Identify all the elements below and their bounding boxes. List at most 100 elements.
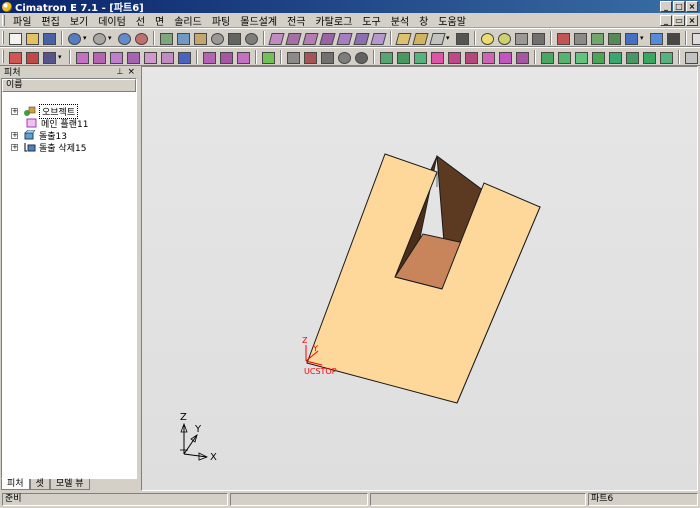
pan-icon[interactable]	[226, 31, 241, 45]
close-button[interactable]: ×	[686, 1, 698, 12]
tab-model-view[interactable]: 모델 뷰	[49, 479, 90, 490]
view-front-icon[interactable]	[370, 31, 385, 45]
panel-close-button[interactable]: ×	[127, 67, 135, 77]
expand-icon[interactable]: +	[11, 143, 18, 151]
cancel-icon[interactable]	[24, 50, 39, 64]
menu-surface[interactable]: 면	[150, 13, 169, 28]
menu-analysis[interactable]: 분석	[386, 13, 414, 28]
point-icon[interactable]	[74, 50, 89, 64]
pen-icon[interactable]	[665, 31, 680, 45]
tree-node-object[interactable]: + 오브젝트	[11, 103, 79, 119]
mold-icon[interactable]	[624, 50, 639, 64]
tab-feature[interactable]: 피처	[1, 479, 30, 490]
sketch-icon[interactable]	[91, 50, 106, 64]
undo-icon[interactable]	[66, 31, 81, 45]
model-canvas[interactable]: Z Y UCSTOP Z Y X	[142, 67, 699, 492]
face-icon[interactable]	[378, 50, 393, 64]
menu-solid[interactable]: 솔리드	[169, 13, 207, 28]
menu-help[interactable]: 도움말	[433, 13, 471, 28]
doc-restore-button[interactable]: ▭	[673, 14, 685, 26]
parting-icon[interactable]	[607, 50, 622, 64]
composite-icon[interactable]	[285, 50, 300, 64]
chamfer-icon[interactable]	[514, 50, 529, 64]
filter-icon[interactable]	[589, 31, 604, 45]
pick-icon[interactable]	[41, 50, 56, 64]
shell-icon[interactable]	[556, 50, 571, 64]
pick-dropdown-icon[interactable]: ▾	[58, 50, 64, 64]
tree-node-main-plane[interactable]: 메인 플랜11	[26, 117, 88, 130]
zoom-icon[interactable]	[209, 31, 224, 45]
save-icon[interactable]	[41, 31, 56, 45]
circle-icon[interactable]	[353, 50, 368, 64]
draft-icon[interactable]	[573, 50, 588, 64]
cube-hidden-icon[interactable]	[319, 31, 334, 45]
select-all-icon[interactable]	[606, 31, 621, 45]
tree-node-extrude-cut[interactable]: + 돌출 삭제15	[11, 141, 86, 154]
sweep-icon[interactable]	[463, 50, 478, 64]
cavity-icon[interactable]	[658, 50, 673, 64]
datum-plane-icon[interactable]	[142, 50, 157, 64]
cube-icon[interactable]	[268, 31, 283, 45]
datum-icon[interactable]	[125, 50, 140, 64]
layer-icon[interactable]	[513, 31, 528, 45]
menu-electrode[interactable]: 전극	[282, 13, 310, 28]
layer-off-icon[interactable]	[530, 31, 545, 45]
cube-solid-icon[interactable]	[336, 31, 351, 45]
menu-window[interactable]: 창	[414, 13, 433, 28]
view-top-icon[interactable]	[395, 31, 410, 45]
curve-icon[interactable]	[201, 50, 216, 64]
sketch-edit-icon[interactable]	[108, 50, 123, 64]
view-iso-icon[interactable]	[353, 31, 368, 45]
name-column-header[interactable]: 이름	[2, 79, 136, 92]
line-icon[interactable]	[319, 50, 334, 64]
point-marker-icon[interactable]	[302, 50, 317, 64]
offset-curve-icon[interactable]	[235, 50, 250, 64]
core-icon[interactable]	[641, 50, 656, 64]
new-file-icon[interactable]	[7, 31, 22, 45]
tree-node-extrude[interactable]: + 돌출13	[11, 129, 67, 142]
menu-edit[interactable]: 편집	[36, 13, 64, 28]
arc-icon[interactable]	[336, 50, 351, 64]
render-icon[interactable]	[454, 31, 469, 45]
open-file-icon[interactable]	[24, 31, 39, 45]
doc-minimize-button[interactable]: _	[660, 14, 672, 26]
view-side-icon[interactable]	[412, 31, 427, 45]
settings-icon[interactable]	[133, 31, 148, 45]
menu-file[interactable]: 파일	[8, 13, 36, 28]
datum-axis-icon[interactable]	[159, 50, 174, 64]
menu-view[interactable]: 보기	[65, 13, 93, 28]
measure-icon[interactable]	[683, 50, 698, 64]
zoom-window-icon[interactable]	[192, 31, 207, 45]
menu-catalog[interactable]: 카탈로그	[310, 13, 357, 28]
minimize-button[interactable]: _	[660, 1, 672, 12]
doc-close-button[interactable]: ×	[686, 14, 698, 26]
revolve-icon[interactable]	[446, 50, 461, 64]
redo-icon[interactable]	[91, 31, 106, 45]
spline-icon[interactable]	[218, 50, 233, 64]
zoom-box-icon[interactable]	[158, 31, 173, 45]
loft-icon[interactable]	[480, 50, 495, 64]
redo-dropdown-icon[interactable]: ▾	[108, 31, 114, 45]
face-blend-icon[interactable]	[395, 50, 410, 64]
maximize-button[interactable]: □	[673, 1, 685, 12]
color-dropdown-icon[interactable]: ▾	[640, 31, 646, 45]
undo-dropdown-icon[interactable]: ▾	[83, 31, 89, 45]
menu-datum[interactable]: 데이텀	[93, 13, 131, 28]
link-icon[interactable]	[116, 31, 131, 45]
delete-icon[interactable]	[7, 50, 22, 64]
zoom-all-icon[interactable]	[175, 31, 190, 45]
lamp-icon[interactable]	[479, 31, 494, 45]
display-dropdown-icon[interactable]: ▾	[446, 31, 452, 45]
menu-curve[interactable]: 선	[131, 13, 150, 28]
menu-parting[interactable]: 파팅	[207, 13, 235, 28]
extrude-icon[interactable]	[429, 50, 444, 64]
u-block-model[interactable]	[306, 153, 541, 404]
color-icon[interactable]	[623, 31, 638, 45]
lamp-off-icon[interactable]	[496, 31, 511, 45]
brush-icon[interactable]	[648, 31, 663, 45]
face-sweep-icon[interactable]	[412, 50, 427, 64]
check-icon[interactable]	[260, 50, 275, 64]
rotate-icon[interactable]	[243, 31, 258, 45]
expand-icon[interactable]: +	[11, 131, 18, 139]
expand-icon[interactable]: +	[11, 107, 18, 115]
